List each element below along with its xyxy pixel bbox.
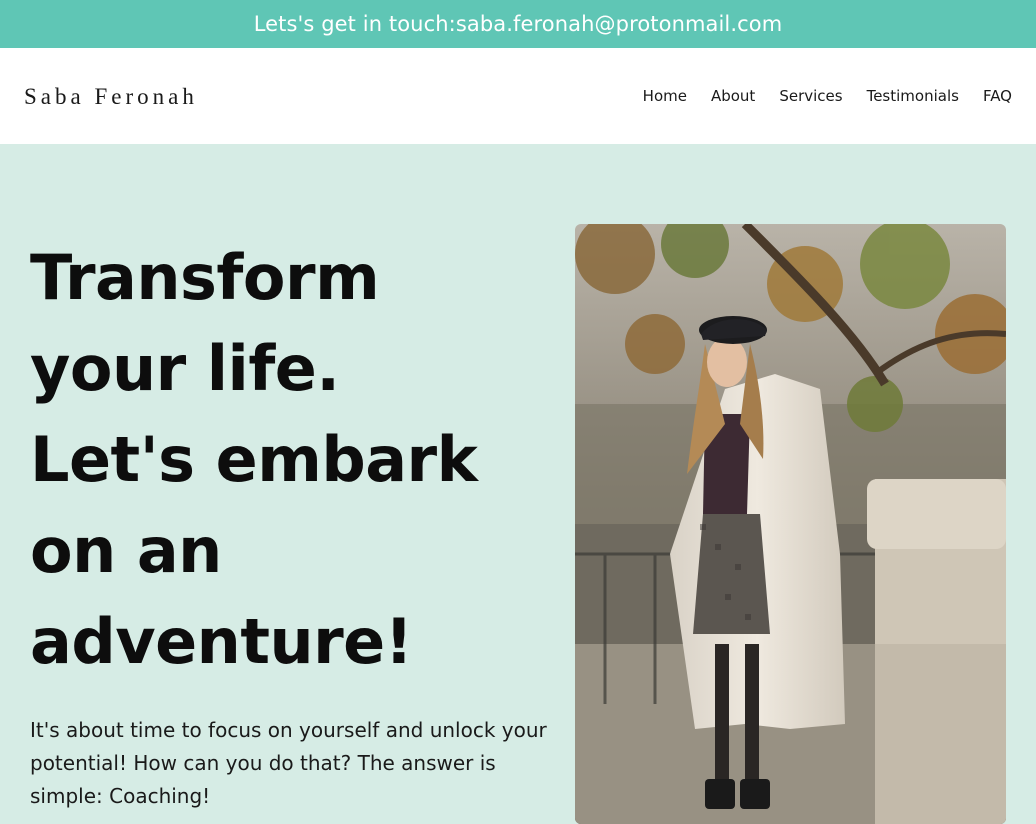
main-nav: Home About Services Testimonials FAQ: [643, 87, 1012, 105]
headline-line-2: your life.: [30, 332, 340, 405]
headline-line-3: Let's embark: [30, 423, 478, 496]
nav-about[interactable]: About: [711, 87, 755, 105]
hero-intro-text: It's about time to focus on yourself and…: [30, 718, 547, 808]
woman-in-coat-illustration: [575, 224, 1006, 824]
contact-email-link[interactable]: saba.feronah@protonmail.com: [456, 12, 782, 36]
hero-headline: Transform your life. Let's embark on an …: [30, 232, 550, 687]
site-brand[interactable]: Saba Feronah: [24, 84, 198, 110]
site-header: Saba Feronah Home About Services Testimo…: [0, 48, 1036, 144]
nav-home[interactable]: Home: [643, 87, 687, 105]
nav-faq[interactable]: FAQ: [983, 87, 1012, 105]
hero-photo: [575, 224, 1006, 824]
headline-line-5: adventure!: [30, 605, 413, 678]
headline-line-1: Transform: [30, 241, 380, 314]
headline-line-4: on an: [30, 514, 222, 587]
hero-section: Transform your life. Let's embark on an …: [0, 144, 1036, 824]
nav-services[interactable]: Services: [779, 87, 842, 105]
nav-testimonials[interactable]: Testimonials: [867, 87, 959, 105]
contact-banner: Lets's get in touch: saba.feronah@proton…: [0, 0, 1036, 48]
contact-prefix: Lets's get in touch:: [253, 12, 456, 36]
